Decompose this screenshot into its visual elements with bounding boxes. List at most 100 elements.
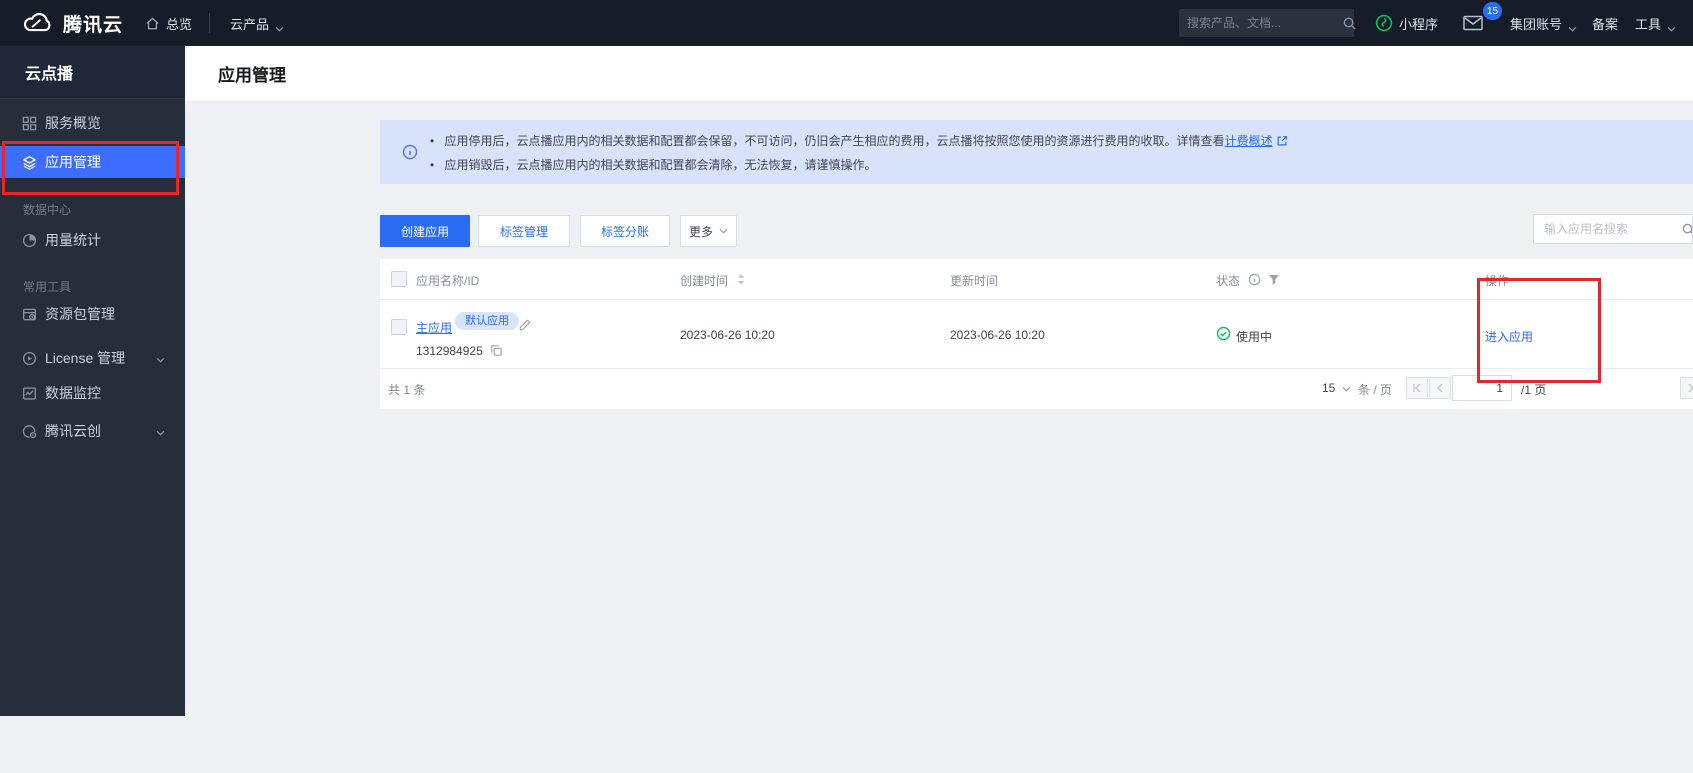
- sidebar-item-label: License 管理: [45, 348, 125, 368]
- current-page-input[interactable]: [1452, 375, 1512, 401]
- topbar-search-input[interactable]: [1187, 16, 1342, 30]
- topbar: 腾讯云 总览 云产品 小程序 集团账号: [0, 0, 1693, 46]
- topnav-products[interactable]: 云产品: [230, 0, 284, 46]
- next-page-button[interactable]: [1680, 377, 1693, 399]
- search-icon[interactable]: [1342, 16, 1357, 31]
- topnav-group-account[interactable]: 集团账号: [1510, 0, 1577, 46]
- app-name-link[interactable]: 主应用: [416, 319, 452, 336]
- notice-banner: 应用停用后，云点播应用内的相关数据和配置都会保留，不可访问，仍旧会产生相应的费用…: [380, 120, 1693, 184]
- billing-overview-link[interactable]: 计费概述: [1225, 134, 1273, 148]
- sidebar-item-label: 腾讯云创: [45, 421, 101, 441]
- table-header-divider: [380, 299, 1693, 300]
- sidebar-item-license-management[interactable]: License 管理: [0, 342, 185, 374]
- column-header-name: 应用名称/ID: [416, 272, 479, 289]
- per-page-label: 条 / 页: [1358, 381, 1392, 398]
- sidebar-item-label: 数据监控: [45, 383, 101, 403]
- more-button[interactable]: 更多: [680, 215, 737, 247]
- enter-app-link[interactable]: 进入应用: [1485, 328, 1533, 345]
- external-link-icon[interactable]: [1276, 135, 1288, 150]
- table-row-divider: [380, 368, 1693, 369]
- topnav-products-label: 云产品: [230, 14, 269, 33]
- chevron-down-icon: [1568, 20, 1577, 26]
- home-icon: [145, 16, 160, 31]
- status-text: 使用中: [1236, 328, 1272, 345]
- chevron-down-icon: [275, 20, 284, 26]
- sidebar-item-app-management[interactable]: 应用管理: [0, 146, 185, 178]
- select-all-checkbox[interactable]: [391, 271, 407, 287]
- tag-split-button[interactable]: 标签分账: [580, 215, 670, 247]
- cloud-create-icon: [22, 424, 37, 439]
- prev-page-button[interactable]: [1429, 377, 1451, 399]
- status-filter-icon[interactable]: [1268, 274, 1280, 289]
- layers-icon: [22, 155, 37, 170]
- status-info-icon[interactable]: [1248, 273, 1261, 289]
- column-header-status: 状态: [1216, 272, 1240, 289]
- pie-chart-icon: [22, 233, 37, 248]
- app-name-search[interactable]: [1533, 214, 1693, 244]
- miniprogram-icon: [1375, 14, 1393, 32]
- app-name-search-input[interactable]: [1544, 222, 1681, 236]
- sidebar-section-data-center: 数据中心: [0, 201, 185, 218]
- info-icon: [402, 144, 418, 163]
- chevron-down-icon: [1667, 20, 1676, 26]
- edit-pencil-icon[interactable]: [518, 318, 532, 335]
- column-header-updated: 更新时间: [950, 272, 998, 289]
- sidebar-item-tencent-cloud-create[interactable]: 腾讯云创: [0, 415, 185, 447]
- check-circle-icon: [1216, 326, 1231, 344]
- sidebar: 云点播 服务概览 应用管理 数据中心 用量统计 常用工具 资源包管理 Licen…: [0, 46, 185, 716]
- group-account-label: 集团账号: [1510, 14, 1562, 33]
- sidebar-item-usage-stats[interactable]: 用量统计: [0, 224, 185, 256]
- chevron-down-icon: [156, 423, 165, 439]
- first-page-button[interactable]: [1406, 377, 1428, 399]
- app-table: 应用名称/ID 创建时间 更新时间 状态 操作 主应用 默认应用 1312984…: [380, 259, 1693, 409]
- created-time: 2023-06-26 10:20: [680, 328, 775, 342]
- create-app-button[interactable]: 创建应用: [380, 215, 470, 247]
- sidebar-item-service-overview[interactable]: 服务概览: [0, 107, 185, 139]
- notice-line-2: 应用销毁后，云点播应用内的相关数据和配置都会清除，无法恢复，请谨慎操作。: [430, 156, 877, 173]
- beian-label: 备案: [1592, 14, 1618, 33]
- sidebar-item-resource-pack[interactable]: 资源包管理: [0, 298, 185, 330]
- page-title: 应用管理: [218, 61, 286, 86]
- more-button-label: 更多: [689, 223, 713, 240]
- topnav-overview[interactable]: 总览: [145, 0, 192, 46]
- total-pages-label: /1 页: [1521, 381, 1546, 398]
- tencent-cloud-logo[interactable]: 腾讯云: [22, 0, 123, 46]
- topnav-miniprogram[interactable]: 小程序: [1375, 0, 1438, 46]
- sidebar-item-label: 用量统计: [45, 230, 101, 250]
- page-header: 应用管理: [185, 46, 1693, 102]
- sidebar-item-label: 资源包管理: [45, 304, 115, 324]
- column-header-created: 创建时间: [680, 272, 728, 289]
- sidebar-item-label: 应用管理: [45, 152, 101, 172]
- topnav-overview-label: 总览: [166, 14, 192, 33]
- notice-line-1-text: 应用停用后，云点播应用内的相关数据和配置都会保留，不可访问，仍旧会产生相应的费用…: [445, 134, 1225, 148]
- topbar-search[interactable]: [1179, 9, 1354, 37]
- topnav-tools[interactable]: 工具: [1635, 0, 1676, 46]
- app-id: 1312984925: [416, 344, 483, 358]
- package-icon: [22, 307, 37, 322]
- tag-manage-button[interactable]: 标签管理: [478, 215, 570, 247]
- sort-icon[interactable]: [736, 273, 746, 289]
- page-size-select[interactable]: 15: [1322, 381, 1351, 395]
- monitor-chart-icon: [22, 386, 37, 401]
- brand-name: 腾讯云: [63, 10, 123, 37]
- tools-label: 工具: [1635, 14, 1661, 33]
- default-app-badge: 默认应用: [455, 312, 519, 330]
- row-checkbox[interactable]: [391, 319, 407, 335]
- topnav-beian[interactable]: 备案: [1592, 0, 1618, 46]
- sidebar-item-data-monitor[interactable]: 数据监控: [0, 377, 185, 409]
- copy-icon[interactable]: [490, 344, 503, 360]
- sidebar-product-title: 云点播: [0, 46, 185, 99]
- notice-line-1: 应用停用后，云点播应用内的相关数据和配置都会保留，不可访问，仍旧会产生相应的费用…: [430, 132, 1288, 150]
- mail-icon[interactable]: [1463, 15, 1483, 34]
- topbar-divider: [209, 13, 210, 33]
- sidebar-item-label: 服务概览: [45, 113, 101, 133]
- chevron-down-icon: [156, 350, 165, 366]
- notice-line-2-text: 应用销毁后，云点播应用内的相关数据和配置都会清除，无法恢复，请谨慎操作。: [445, 158, 877, 172]
- topnav-miniprogram-label: 小程序: [1399, 14, 1438, 33]
- total-count: 共 1 条: [388, 381, 425, 398]
- mail-badge: 15: [1483, 2, 1502, 20]
- chevron-down-icon: [719, 228, 728, 234]
- play-circle-icon: [22, 351, 37, 366]
- search-icon[interactable]: [1681, 222, 1693, 237]
- grid-icon: [22, 116, 37, 131]
